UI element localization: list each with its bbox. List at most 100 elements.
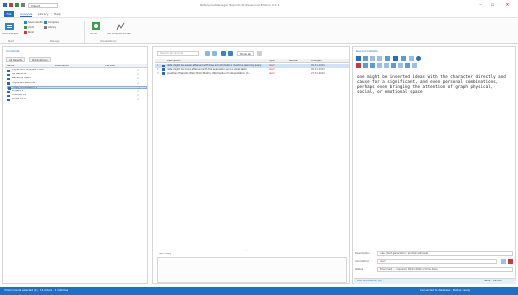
summary-area[interactable] <box>157 257 347 283</box>
score-chart-icon <box>116 22 125 31</box>
italic-icon[interactable] <box>370 63 375 68</box>
contents-list-item[interactable]: Untitled 28 ✓ <box>7 94 147 98</box>
column-type[interactable]: Type <box>269 60 275 62</box>
edit-icon[interactable] <box>363 56 368 61</box>
contents-header: Name Publications File Size <box>5 64 147 68</box>
folder-icon <box>7 82 10 85</box>
list-view-icon[interactable] <box>228 51 233 56</box>
redo-button[interactable]: Redo <box>24 31 34 35</box>
contents-list-item[interactable]: Recently Used ✓ <box>7 77 147 81</box>
splitter-handle[interactable]: ····· <box>243 249 248 252</box>
add-annotation-button[interactable]: Add Annotation (0) <box>357 280 382 283</box>
image-icon[interactable] <box>412 63 417 68</box>
list-analysis-scores-button[interactable] <box>116 22 125 32</box>
column-changed[interactable]: Changed <box>311 60 322 62</box>
folder-icon <box>7 98 10 102</box>
underline-icon[interactable] <box>377 63 382 68</box>
record-text[interactable]: one might be inserted ideas with the cha… <box>357 74 513 94</box>
grid-view-icon[interactable] <box>221 51 226 56</box>
annotation-options-icon[interactable] <box>501 259 506 264</box>
minimize-button[interactable]: – <box>476 2 485 8</box>
info-icon[interactable] <box>416 56 421 61</box>
indent-icon[interactable] <box>398 63 403 68</box>
quick-access-new-icon[interactable] <box>15 3 19 7</box>
records-panel: Search all records Show all Description … <box>152 46 350 284</box>
contents-title: Contents <box>6 50 20 53</box>
align-icon[interactable] <box>391 63 396 68</box>
library-button[interactable]: Library <box>44 26 56 30</box>
row-number: 3 <box>157 71 159 75</box>
annotation-clear-icon[interactable] <box>508 259 513 264</box>
details-action-bar: Add Annotation (0) Save · Cancel <box>354 278 516 284</box>
contents-list-item[interactable]: Imported Records ✓ <box>7 81 147 86</box>
column-description[interactable]: Description <box>167 60 181 62</box>
status-right: Connected to database · Status: ready <box>420 289 471 292</box>
record-icon[interactable] <box>356 56 361 61</box>
save-cancel-buttons[interactable]: Save · Cancel <box>484 280 502 283</box>
column-publications[interactable]: Publications <box>55 65 69 67</box>
description-field[interactable]: rule, (text generation / prompt retrieva… <box>377 251 513 256</box>
group-separator <box>84 21 85 43</box>
row-changed-date: 27.01.2024 <box>311 71 325 75</box>
column-name[interactable]: Name <box>7 65 14 67</box>
group-label-visualizations: Visualizations <box>100 40 117 43</box>
start-analysis-icon <box>5 23 14 30</box>
status-bar: 4 Documents selected (1) · 14 Active · 1… <box>0 287 518 295</box>
quick-access-save-icon[interactable] <box>9 3 13 7</box>
contents-item-label: All Records <box>12 73 27 76</box>
share-icon[interactable] <box>401 56 406 61</box>
app-icon <box>3 3 7 7</box>
contents-item-label: Untitled 28 <box>12 94 27 97</box>
close-button[interactable]: × <box>503 2 512 8</box>
import-dropdown[interactable]: Import <box>28 3 58 8</box>
contents-list-item[interactable]: OCAPT-2.0 ✓ <box>7 98 147 102</box>
contents-list-item[interactable]: Collection Analysis Tools ✓ <box>7 68 147 73</box>
maximize-button[interactable]: ▫ <box>488 2 497 8</box>
undo-button[interactable]: Undo <box>24 26 34 30</box>
contents-list-item[interactable]: All Records ✓ <box>7 73 147 77</box>
status-field[interactable]: Final mark — required, 09.01.2024 or tim… <box>377 267 513 272</box>
bookmark-icon[interactable] <box>393 56 398 61</box>
view-icon[interactable] <box>385 56 390 61</box>
undo-icon <box>24 26 27 29</box>
contents-item-label: Collection Analysis Tools <box>12 69 44 71</box>
start-analysis-button[interactable] <box>5 22 14 32</box>
filter-icon[interactable] <box>257 51 262 56</box>
annotation-field[interactable]: alert <box>377 259 497 264</box>
quick-access-undo-icon[interactable] <box>21 3 25 7</box>
redo-icon <box>24 31 27 34</box>
comic-button[interactable] <box>92 22 100 32</box>
search-input[interactable]: Search all records <box>157 51 199 56</box>
status-label: Status <box>355 268 364 271</box>
ribbon: Start analysis Save results Undo Redo Co… <box>0 17 518 44</box>
folder-icon <box>7 73 10 77</box>
copy-icon[interactable] <box>370 56 375 61</box>
start-analysis-label: Start analysis <box>2 33 19 35</box>
delete-icon[interactable] <box>356 63 361 68</box>
bold-icon[interactable] <box>363 63 368 68</box>
list-icon[interactable] <box>384 63 389 68</box>
group-label-manage: Manage <box>50 40 60 43</box>
status-left: 4 Documents selected (1) · 14 Active · 1… <box>4 289 69 292</box>
save-results-button[interactable]: Save results <box>24 21 43 25</box>
export-icon[interactable] <box>409 56 414 61</box>
title-bar: Import ReferenceManager Reports Professi… <box>0 0 518 11</box>
summary-label: Summary <box>159 253 172 255</box>
contents-list-item[interactable]: Copy Annotation 1 ✓ <box>7 85 147 90</box>
refresh-icon[interactable] <box>205 51 210 56</box>
link-icon[interactable] <box>377 56 382 61</box>
column-file-size[interactable]: File Size <box>105 65 115 67</box>
record-icon <box>162 72 165 75</box>
compare-button[interactable]: Compare <box>44 21 59 25</box>
table-icon[interactable] <box>405 63 410 68</box>
sort-icon[interactable] <box>212 51 217 56</box>
filter-dropdown[interactable]: Show all <box>237 51 254 56</box>
tab-all-results[interactable]: All Results <box>6 57 26 62</box>
column-review[interactable]: Review <box>289 60 298 62</box>
contents-list-item[interactable]: Project 1 ✓ <box>7 89 147 94</box>
details-panel: Record Details one might be inserted ide… <box>352 46 516 284</box>
save-icon <box>24 21 27 24</box>
table-row[interactable]: 3 Jonathan Edwards (Bell 2012) Matrix, Wi… <box>155 72 349 76</box>
contents-item-label: Recently Used <box>12 77 31 80</box>
tab-publications[interactable]: Publications <box>29 57 51 62</box>
